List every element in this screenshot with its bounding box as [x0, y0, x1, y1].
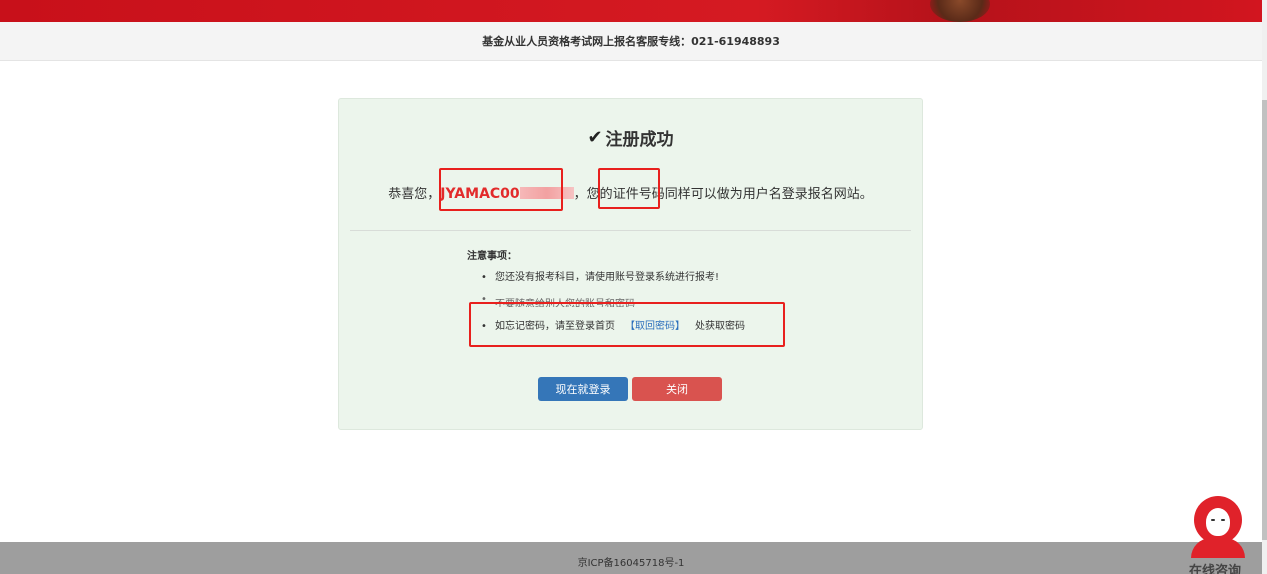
- congrats-suffix: 同样可以做为用户名登录报名网站。: [664, 187, 873, 202]
- online-consult-label[interactable]: 在线咨询: [1189, 560, 1253, 574]
- close-button[interactable]: 关闭: [632, 377, 722, 401]
- notice-item: 不要随意给别人您的账号和密码: [467, 293, 797, 307]
- online-consult-widget[interactable]: 在线咨询: [1185, 494, 1255, 574]
- agent-face[interactable]: [1206, 508, 1230, 536]
- notice-section: 注意事项： 您还没有报考科目，请使用账号登录系统进行报考! 不要随意给别人您的账…: [467, 247, 797, 342]
- notice-item-retrieve: 如忘记密码，请至登录首页【取回密码】处获取密码: [467, 320, 797, 342]
- notice-title: 注意事项：: [467, 251, 517, 262]
- registration-success-panel: ✔ 注册成功 恭喜您，JYAMAC00 ，您的证件号码同样可以做为用户名登录报名网…: [338, 98, 923, 430]
- cert-number-label: 证件号码: [612, 187, 665, 202]
- account-id: JYAMAC00: [440, 186, 520, 202]
- notice-list: 您还没有报考科目，请使用账号登录系统进行报考! 不要随意给别人您的账号和密码 如…: [467, 271, 797, 342]
- footer: 京ICP备16045718号-1: [0, 542, 1262, 574]
- scrollbar-thumb[interactable]: [1262, 100, 1267, 540]
- congrats-message: 恭喜您，JYAMAC00 ，您的证件号码同样可以做为用户名登录报名网站。: [339, 183, 922, 202]
- notice-item: 您还没有报考科目，请使用账号登录系统进行报考!: [467, 271, 797, 293]
- congrats-prefix: 恭喜您，: [388, 187, 441, 202]
- panel-title-text: 注册成功: [605, 130, 674, 150]
- divider: [350, 230, 911, 231]
- panel-title: ✔ 注册成功: [339, 125, 922, 150]
- hotline-bar: 基金从业人员资格考试网上报名客服专线：021-61948893: [0, 22, 1262, 61]
- top-banner: [0, 0, 1262, 22]
- icp-record: 京ICP备16045718号-1: [577, 557, 685, 569]
- retrieve-prefix: 如忘记密码，请至登录首页: [495, 321, 615, 332]
- agent-eye: [1221, 519, 1225, 521]
- hotline-text: 基金从业人员资格考试网上报名客服专线：021-61948893: [482, 35, 780, 48]
- retrieve-suffix: 处获取密码: [695, 321, 745, 332]
- scrollbar[interactable]: [1262, 0, 1267, 574]
- banner-decoration: [930, 0, 990, 22]
- agent-eye: [1211, 519, 1215, 521]
- agent-body[interactable]: [1191, 538, 1245, 558]
- congrats-middle: ，您的: [573, 187, 613, 202]
- login-now-button[interactable]: 现在就登录: [538, 377, 628, 401]
- checkmark-icon: ✔: [587, 127, 603, 148]
- account-id-mask: [519, 187, 574, 199]
- retrieve-password-link[interactable]: 【取回密码】: [625, 321, 685, 332]
